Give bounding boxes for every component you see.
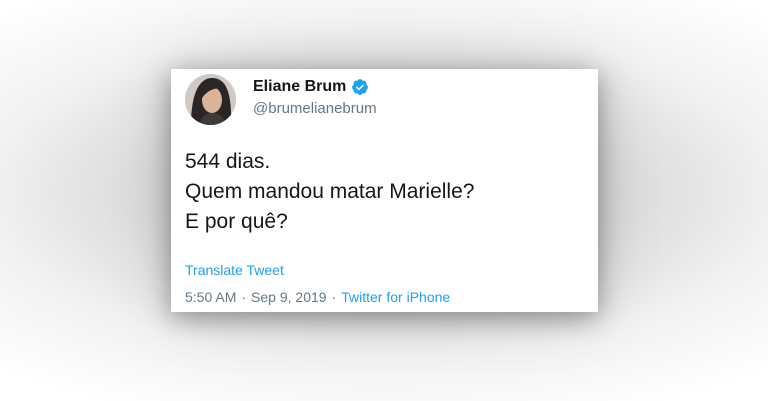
tweet-text: 544 dias. Quem mandou matar Marielle? E … xyxy=(185,147,474,237)
tweet-text-line: Quem mandou matar Marielle? xyxy=(185,180,475,203)
author-name-row[interactable]: Eliane Brum xyxy=(253,76,369,98)
author-handle[interactable]: @brumelianebrum xyxy=(253,100,377,117)
avatar-photo xyxy=(185,74,236,125)
tweet-time[interactable]: 5:50 AM xyxy=(185,289,236,305)
tweet-date[interactable]: Sep 9, 2019 xyxy=(251,289,327,305)
author-avatar[interactable] xyxy=(185,74,236,125)
tweet-source-link[interactable]: Twitter for iPhone xyxy=(341,289,450,305)
tweet-text-line: 544 dias. xyxy=(185,150,271,173)
author-display-name[interactable]: Eliane Brum xyxy=(253,78,346,96)
meta-separator: · xyxy=(331,289,337,305)
meta-separator: · xyxy=(241,289,247,305)
tweet-meta: 5:50 AM · Sep 9, 2019 · Twitter for iPhone xyxy=(185,289,450,305)
tweet-card: Eliane Brum @brumelianebrum 544 dias. Qu… xyxy=(171,69,598,312)
translate-tweet-link[interactable]: Translate Tweet xyxy=(185,262,284,278)
tweet-text-line: E por quê? xyxy=(185,210,288,233)
verified-badge-icon xyxy=(351,78,369,96)
